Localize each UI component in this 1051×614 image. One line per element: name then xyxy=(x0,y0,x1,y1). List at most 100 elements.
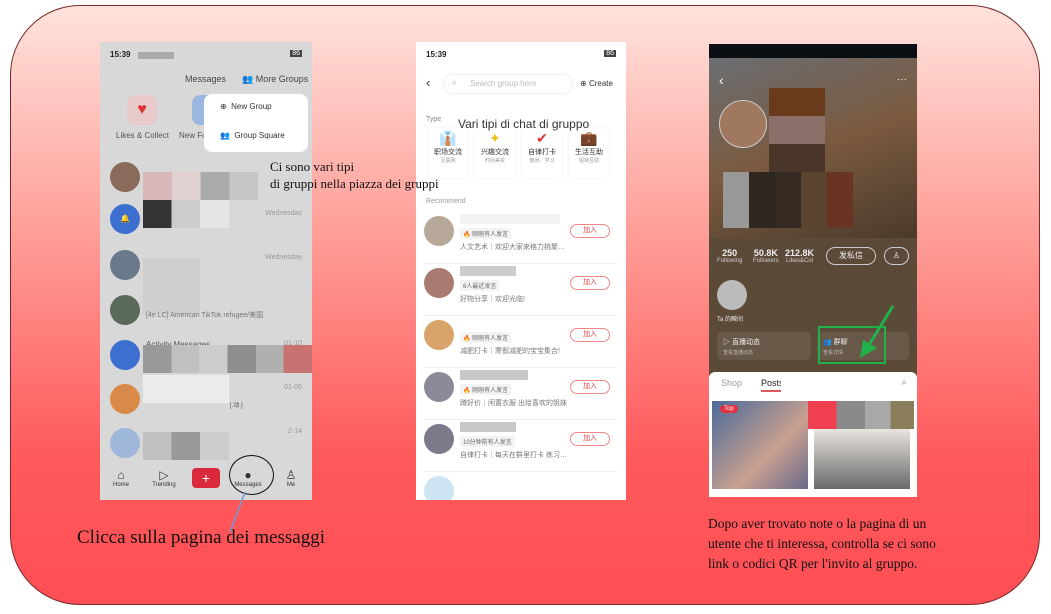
redacted-block xyxy=(460,370,528,380)
heart-icon[interactable]: ♥ xyxy=(127,95,157,125)
briefcase-icon: 💼 xyxy=(580,130,598,146)
avatar xyxy=(424,320,454,350)
chat-icon[interactable] xyxy=(110,340,140,370)
nav-home[interactable]: ⌂ Home xyxy=(103,468,139,488)
avatar[interactable] xyxy=(719,100,767,148)
group-row[interactable]: 6人最近发言 好物分享｜欢迎光临! 加入 xyxy=(424,264,618,316)
avatar[interactable] xyxy=(110,428,140,458)
status-time: 15:39 xyxy=(110,50,131,59)
menu-new-group[interactable]: ⊕ New Group xyxy=(220,102,272,111)
conversation-time: Wednesday xyxy=(265,254,302,261)
avatar xyxy=(424,424,454,454)
back-icon[interactable]: ‹ xyxy=(426,75,430,90)
join-button[interactable]: 加入 xyxy=(570,224,610,238)
battery-indicator: 86 xyxy=(290,50,302,57)
groups-square-caption: Ci sono vari tipi di gruppi nella piazza… xyxy=(270,159,439,191)
new-followers-label: New Fo xyxy=(179,131,207,140)
stat-following[interactable]: 250 Following xyxy=(717,248,742,264)
content-tabs-panel: Shop Posts ⌕ Top xyxy=(709,372,917,497)
moment-avatar[interactable] xyxy=(717,280,747,310)
redacted-block xyxy=(723,172,853,228)
stat-likes[interactable]: 212.8K Likes&Col xyxy=(785,248,814,264)
menu-group-square[interactable]: 👥 Group Square xyxy=(220,131,285,140)
profile-tip-caption: Dopo aver trovato note o la pagina di un… xyxy=(708,516,936,571)
redacted-block xyxy=(808,401,914,429)
tab-posts[interactable]: Posts xyxy=(761,378,781,392)
redacted-block xyxy=(138,52,174,59)
group-types-caption: Vari tipi di chat di gruppo xyxy=(458,117,590,131)
arrow-icon xyxy=(860,305,895,358)
stat-followers[interactable]: 50.8K Followers xyxy=(753,248,779,264)
avatar xyxy=(424,476,454,500)
click-messages-caption: Clicca sulla pagina dei messaggi xyxy=(77,527,325,548)
avatar xyxy=(424,372,454,402)
dropdown-menu: ⊕ New Group 👥 Group Square xyxy=(204,94,308,152)
redacted-block xyxy=(460,214,560,224)
tab-messages[interactable]: Messages xyxy=(185,74,226,84)
group-row[interactable]: 🔥 刚刚有人发言 减肥打卡｜寒假减肥的宝宝集合! 加入 xyxy=(424,316,618,368)
live-icon: ▷ xyxy=(723,339,730,346)
post-thumbnail[interactable] xyxy=(814,429,910,489)
profile-screen: ‹ ··· 250 Following 50.8K Followers 212.8K… xyxy=(709,44,917,497)
group-square-screen: 15:39 86 ‹ ⌕ Search group here ⊕ Create … xyxy=(416,42,626,500)
group-row[interactable]: 10分钟前有人发言 自律打卡｜每天在群里打卡 练习… 加入 xyxy=(424,420,618,472)
user-check-icon[interactable]: ♙ xyxy=(884,247,909,265)
recommend-label: Recommend xyxy=(426,198,466,205)
avatar[interactable] xyxy=(110,295,140,325)
avatar[interactable] xyxy=(110,162,140,192)
group-row[interactable]: 🔥 刚刚有人发言 人文艺术｜欢迎大家来格力桃聚… 加入 xyxy=(424,212,618,264)
home-icon: ⌂ xyxy=(117,468,125,482)
join-button[interactable]: 加入 xyxy=(570,432,610,446)
redacted-block xyxy=(143,200,229,228)
conversation-time: Wednesday xyxy=(265,210,302,217)
users-icon: 👥 xyxy=(242,74,254,84)
avatar[interactable] xyxy=(110,250,140,280)
bell-icon[interactable]: 🔔 xyxy=(110,204,140,234)
more-groups-button[interactable]: 👥 More Groups xyxy=(242,74,308,85)
create-button[interactable]: ⊕ Create xyxy=(580,79,613,88)
plus-icon[interactable]: + xyxy=(192,468,220,488)
type-card[interactable]: 💼 生活互助 姐妹互助 xyxy=(569,128,609,178)
join-button[interactable]: 加入 xyxy=(570,380,610,394)
avatar xyxy=(424,216,454,246)
search-input[interactable]: ⌕ Search group here xyxy=(444,75,572,93)
send-message-button[interactable]: 发私信 xyxy=(826,247,876,265)
users-icon: 👥 xyxy=(220,131,230,140)
group-row[interactable]: 🔥 刚刚有人发言 蹲好价｜闲置衣服 出给喜欢的姐妹 加入 xyxy=(424,368,618,420)
back-icon[interactable]: ‹ xyxy=(719,72,724,88)
redacted-block xyxy=(143,345,312,373)
highlight-circle xyxy=(229,455,274,495)
status-time: 15:39 xyxy=(426,50,447,59)
search-icon[interactable]: ⌕ xyxy=(901,377,907,388)
tie-icon: 👔 xyxy=(439,130,457,146)
redacted-block xyxy=(143,172,258,200)
likes-collect-label: Likes & Collect xyxy=(116,131,169,140)
status-bar xyxy=(709,44,917,58)
conversation-time: 01-05 xyxy=(284,384,302,391)
battery-indicator: 86 xyxy=(604,50,616,57)
play-icon: ▷ xyxy=(159,468,169,482)
check-icon: ✔ xyxy=(536,130,548,146)
redacted-block xyxy=(143,258,200,314)
search-icon: ⌕ xyxy=(452,78,457,87)
more-icon[interactable]: ··· xyxy=(897,74,907,85)
avatar xyxy=(424,268,454,298)
nav-me[interactable]: ♙ Me xyxy=(273,468,309,488)
join-button[interactable]: 加入 xyxy=(570,328,610,342)
redacted-block xyxy=(143,375,229,403)
star-icon: ✦ xyxy=(489,130,501,146)
conversation-preview: [.动.] xyxy=(230,403,243,409)
tab-shop[interactable]: Shop xyxy=(721,378,742,388)
moments-label: Ta 的瞬间 xyxy=(717,317,744,323)
join-button[interactable]: 加入 xyxy=(570,276,610,290)
redacted-block xyxy=(460,266,516,276)
live-card[interactable]: ▷ 直播动态 查看直播动态 xyxy=(717,332,811,360)
nav-trending[interactable]: ▷ Trending xyxy=(146,468,182,488)
plus-chat-icon: ⊕ xyxy=(220,102,227,111)
conversation-preview: [4e LC] American TikTok refugee/美国 xyxy=(146,312,264,319)
type-label: Type xyxy=(426,116,442,123)
post-thumbnail[interactable]: Top xyxy=(712,401,808,489)
avatar[interactable] xyxy=(110,384,140,414)
redacted-block xyxy=(460,422,516,432)
conversation-time: 2-14 xyxy=(287,428,302,435)
